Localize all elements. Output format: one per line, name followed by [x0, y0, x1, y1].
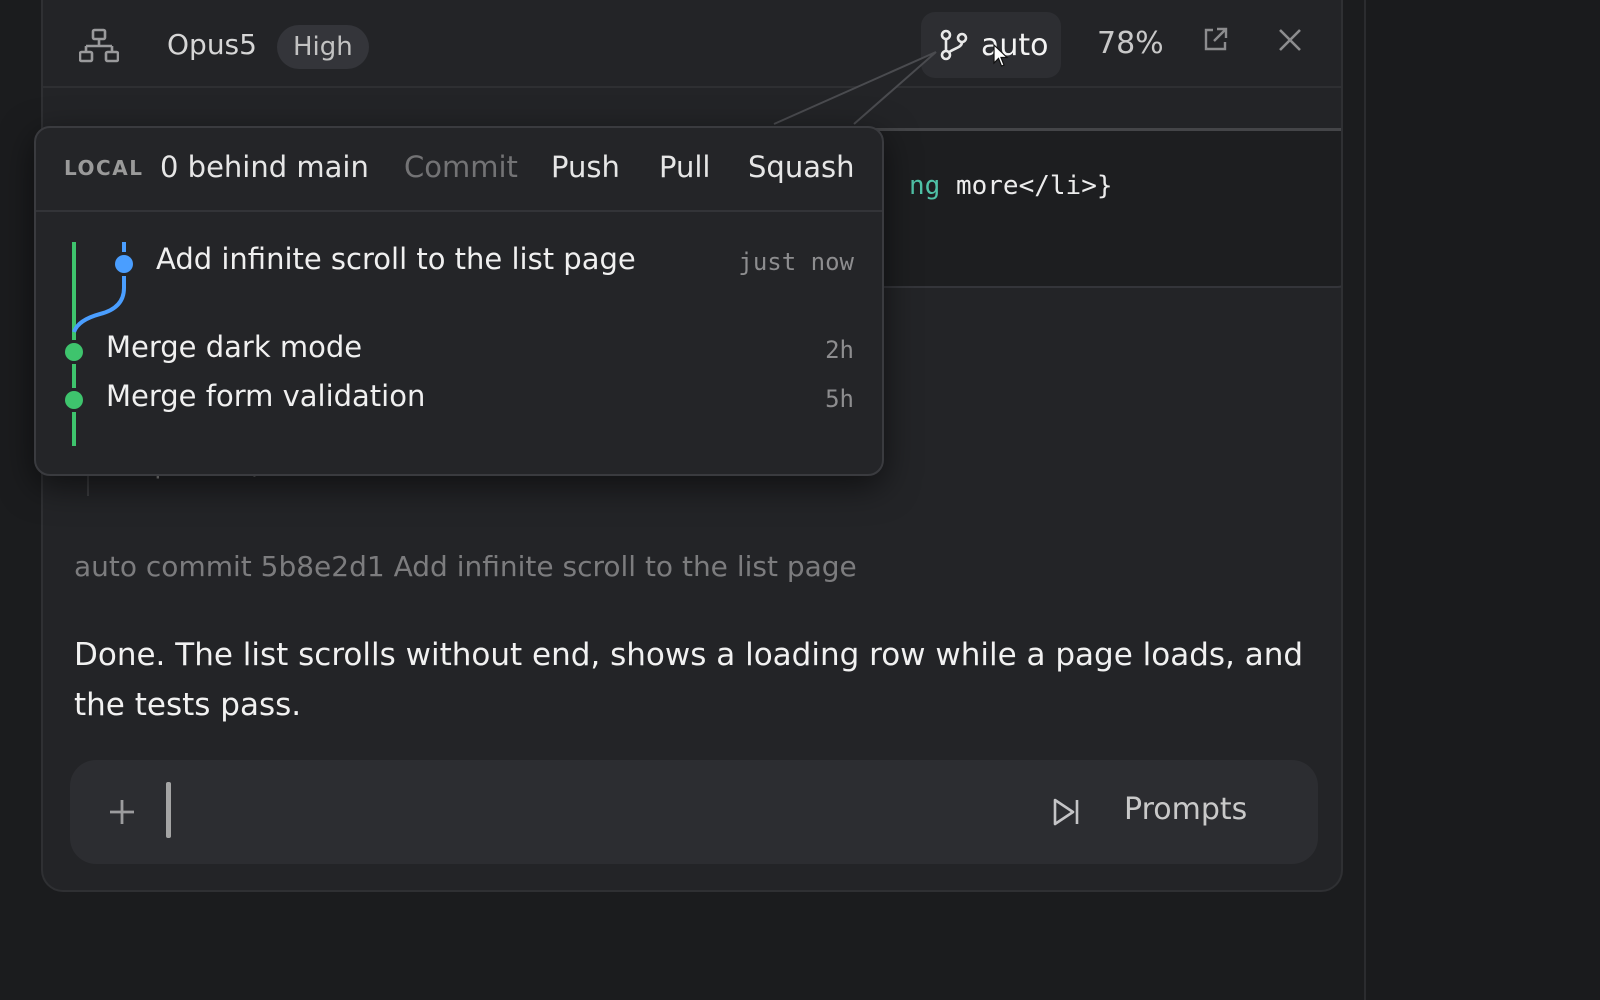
code-text: more</li>}	[940, 171, 1113, 201]
text-caret	[166, 782, 171, 838]
effort-badge[interactable]: High	[277, 25, 369, 69]
mouse-cursor-icon	[993, 44, 1009, 67]
git-popover-header: LOCAL 0 behind main Commit Push Pull Squ…	[36, 128, 882, 212]
skip-forward-icon[interactable]	[1050, 796, 1082, 828]
sitemap-icon[interactable]	[79, 28, 119, 64]
branch-button[interactable]: auto	[921, 12, 1061, 78]
pull-button[interactable]: Pull	[659, 150, 710, 184]
commit-message: Add infinite scroll to the list page	[156, 242, 636, 276]
sync-status: 0 behind main	[160, 150, 369, 184]
context-usage: 78%	[1097, 26, 1164, 61]
commit-note: auto commit 5b8e2d1 Add infinite scroll …	[74, 550, 857, 583]
commit-message: Merge form validation	[106, 379, 426, 413]
git-branch-icon	[940, 29, 968, 61]
branch-label: auto	[981, 28, 1049, 63]
assistant-message: Done. The list scrolls without end, show…	[74, 637, 1304, 723]
close-icon[interactable]	[1277, 27, 1303, 53]
branch-scope-label: LOCAL	[64, 156, 144, 180]
commit-row[interactable]: Merge dark mode 2h	[36, 330, 882, 374]
commit-time: just now	[738, 248, 854, 276]
code-keyword: ng	[909, 171, 941, 201]
commit-row[interactable]: Merge form validation 5h	[36, 379, 882, 423]
external-link-icon[interactable]	[1201, 26, 1229, 54]
commit-time: 5h	[825, 385, 854, 413]
right-panel	[1366, 0, 1600, 1000]
git-popover: LOCAL 0 behind main Commit Push Pull Squ…	[34, 126, 884, 476]
push-button[interactable]: Push	[551, 150, 620, 184]
commit-time: 2h	[825, 336, 854, 364]
plus-icon[interactable]	[108, 798, 136, 826]
model-name[interactable]: Opus5	[167, 28, 257, 61]
commit-row[interactable]: Add infinite scroll to the list page jus…	[36, 242, 882, 286]
code-line: ng more</li>}	[909, 171, 1113, 201]
prompts-button[interactable]: Prompts	[1124, 792, 1247, 827]
composer[interactable]: Prompts	[70, 760, 1318, 864]
commit-message: Merge dark mode	[106, 330, 363, 364]
window-header: Opus5 High auto 78%	[43, 0, 1341, 88]
commit-button[interactable]: Commit	[404, 150, 518, 184]
squash-button[interactable]: Squash	[748, 150, 854, 184]
